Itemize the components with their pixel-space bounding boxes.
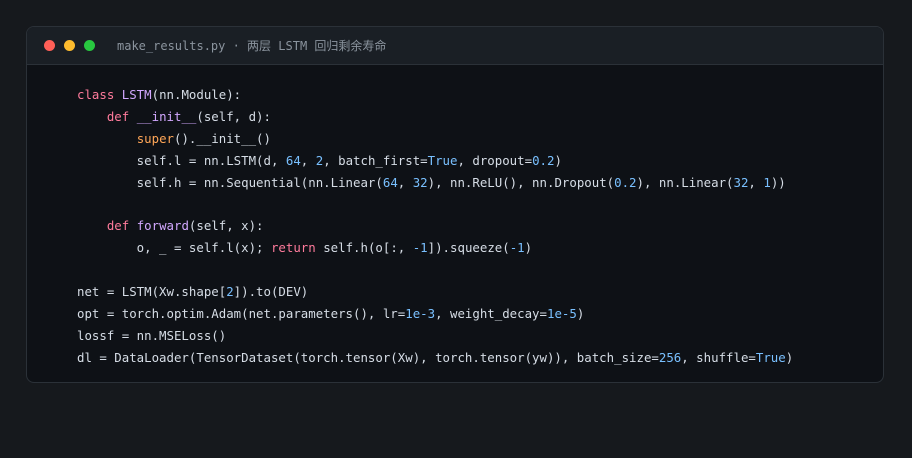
code-token: forward bbox=[136, 218, 189, 234]
code-token: LSTM bbox=[121, 87, 152, 102]
code-line: self.h = nn.Sequential(nn.Linear(64, 32)… bbox=[77, 172, 793, 194]
code-token: 32 bbox=[412, 174, 428, 190]
code-token: 64 bbox=[285, 152, 301, 168]
code-token: super bbox=[136, 130, 174, 146]
code-token: 1 bbox=[763, 174, 771, 190]
code-token: return bbox=[270, 240, 316, 256]
code-token: ]).squeeze( bbox=[427, 240, 510, 256]
code-token: -1 bbox=[509, 240, 525, 256]
code-token: (nn.Module): bbox=[151, 87, 242, 102]
code-token: opt = torch.optim.Adam(net.parameters(),… bbox=[77, 305, 406, 321]
code-token: self.h(o[:, bbox=[315, 240, 413, 256]
code-token: 0.2 bbox=[614, 174, 637, 190]
code-token: , dropout= bbox=[457, 152, 533, 168]
code-line: o, _ = self.l(x); return self.h(o[:, -1]… bbox=[77, 237, 793, 259]
code-line: opt = torch.optim.Adam(net.parameters(),… bbox=[77, 303, 793, 325]
code-token: ) bbox=[554, 152, 562, 168]
code-token: 1e-5 bbox=[546, 305, 577, 321]
code-token: True bbox=[427, 152, 458, 168]
code-token: ().__init__() bbox=[174, 130, 271, 146]
code-token: (self, d): bbox=[196, 108, 271, 124]
code-token: ) bbox=[576, 305, 585, 321]
code-token: ]).to(DEV) bbox=[233, 284, 309, 300]
code-token: __init__ bbox=[136, 108, 197, 124]
code-token: 2 bbox=[226, 284, 234, 300]
code-token: )) bbox=[770, 174, 786, 190]
code-block: class LSTM(nn.Module): def __init__(self… bbox=[77, 84, 793, 369]
window-title: make_results.py · 两层 LSTM 回归剩余寿命 bbox=[117, 39, 387, 53]
code-token: 1e-3 bbox=[405, 305, 436, 321]
code-token: , shuffle= bbox=[681, 349, 756, 365]
code-token: (self, x): bbox=[188, 218, 264, 234]
code-line: super().__init__() bbox=[77, 128, 793, 150]
minimize-button[interactable] bbox=[64, 40, 75, 51]
code-token: lossf = nn.MSELoss() bbox=[77, 327, 227, 343]
code-line: def __init__(self, d): bbox=[77, 106, 793, 128]
code-line: def forward(self, x): bbox=[77, 215, 793, 237]
close-button[interactable] bbox=[44, 40, 55, 51]
code-line: class LSTM(nn.Module): bbox=[77, 84, 793, 106]
title-bar: make_results.py · 两层 LSTM 回归剩余寿命 bbox=[27, 27, 883, 65]
code-token: def bbox=[106, 108, 137, 124]
code-token: -1 bbox=[412, 240, 428, 256]
code-token: ) bbox=[524, 240, 533, 256]
code-token: class bbox=[77, 87, 122, 102]
code-token: 64 bbox=[382, 174, 398, 190]
code-token: ) bbox=[785, 349, 794, 365]
code-token: , weight_decay= bbox=[435, 305, 547, 321]
code-line: net = LSTM(Xw.shape[2]).to(DEV) bbox=[77, 281, 793, 303]
code-token: def bbox=[106, 218, 137, 234]
editor-window: make_results.py · 两层 LSTM 回归剩余寿命 class L… bbox=[26, 26, 884, 383]
code-token: ), nn.ReLU(), nn.Dropout( bbox=[427, 174, 615, 190]
code-token: dl = DataLoader(TensorDataset(torch.tens… bbox=[77, 349, 659, 365]
code-token: , bbox=[397, 174, 413, 190]
code-token: , bbox=[748, 174, 764, 190]
code-token: self.h = nn.Sequential(nn.Linear( bbox=[77, 174, 383, 190]
zoom-button[interactable] bbox=[84, 40, 95, 51]
code-token: 256 bbox=[658, 349, 682, 365]
code-token: 0.2 bbox=[532, 152, 555, 168]
code-token: self.l = nn.LSTM(d, bbox=[77, 152, 286, 168]
code-token: , bbox=[300, 152, 316, 168]
code-line: self.l = nn.LSTM(d, 64, 2, batch_first=T… bbox=[77, 150, 793, 172]
window-controls bbox=[44, 40, 104, 51]
code-line: dl = DataLoader(TensorDataset(torch.tens… bbox=[77, 347, 793, 369]
code-token: , batch_first= bbox=[323, 152, 428, 168]
code-token: ), nn.Linear( bbox=[636, 174, 734, 190]
code-token: 32 bbox=[733, 174, 749, 190]
code-token: o, _ = self.l(x); bbox=[77, 240, 271, 256]
code-line: lossf = nn.MSELoss() bbox=[77, 325, 793, 347]
code-token: net = LSTM(Xw.shape[ bbox=[77, 284, 227, 300]
code-token: True bbox=[755, 349, 786, 365]
